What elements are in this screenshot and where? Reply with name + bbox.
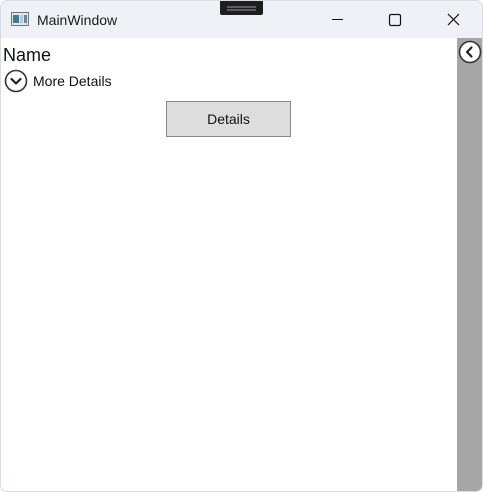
expander-header[interactable]: More Details [33, 72, 112, 90]
maximize-icon [388, 13, 402, 27]
minimize-icon [332, 19, 343, 20]
chevron-left-icon [458, 40, 482, 64]
side-panel [457, 38, 482, 491]
close-button[interactable] [424, 1, 482, 38]
name-label: Name [3, 45, 52, 65]
chevron-down-icon [4, 69, 28, 93]
maximize-button[interactable] [366, 1, 424, 38]
details-button[interactable]: Details [166, 101, 291, 137]
title-bar[interactable]: MainWindow [1, 1, 482, 38]
minimize-button[interactable] [308, 1, 366, 38]
side-panel-toggle-button[interactable] [458, 40, 482, 64]
main-window: MainWindow Name More Details Details [0, 0, 483, 492]
window-app-icon [11, 12, 29, 26]
close-icon [447, 13, 460, 26]
content-area: Name More Details Details [1, 38, 457, 491]
snap-grip-handle[interactable] [220, 1, 263, 15]
window-title: MainWindow [37, 12, 118, 28]
expander-toggle-button[interactable] [4, 69, 28, 93]
